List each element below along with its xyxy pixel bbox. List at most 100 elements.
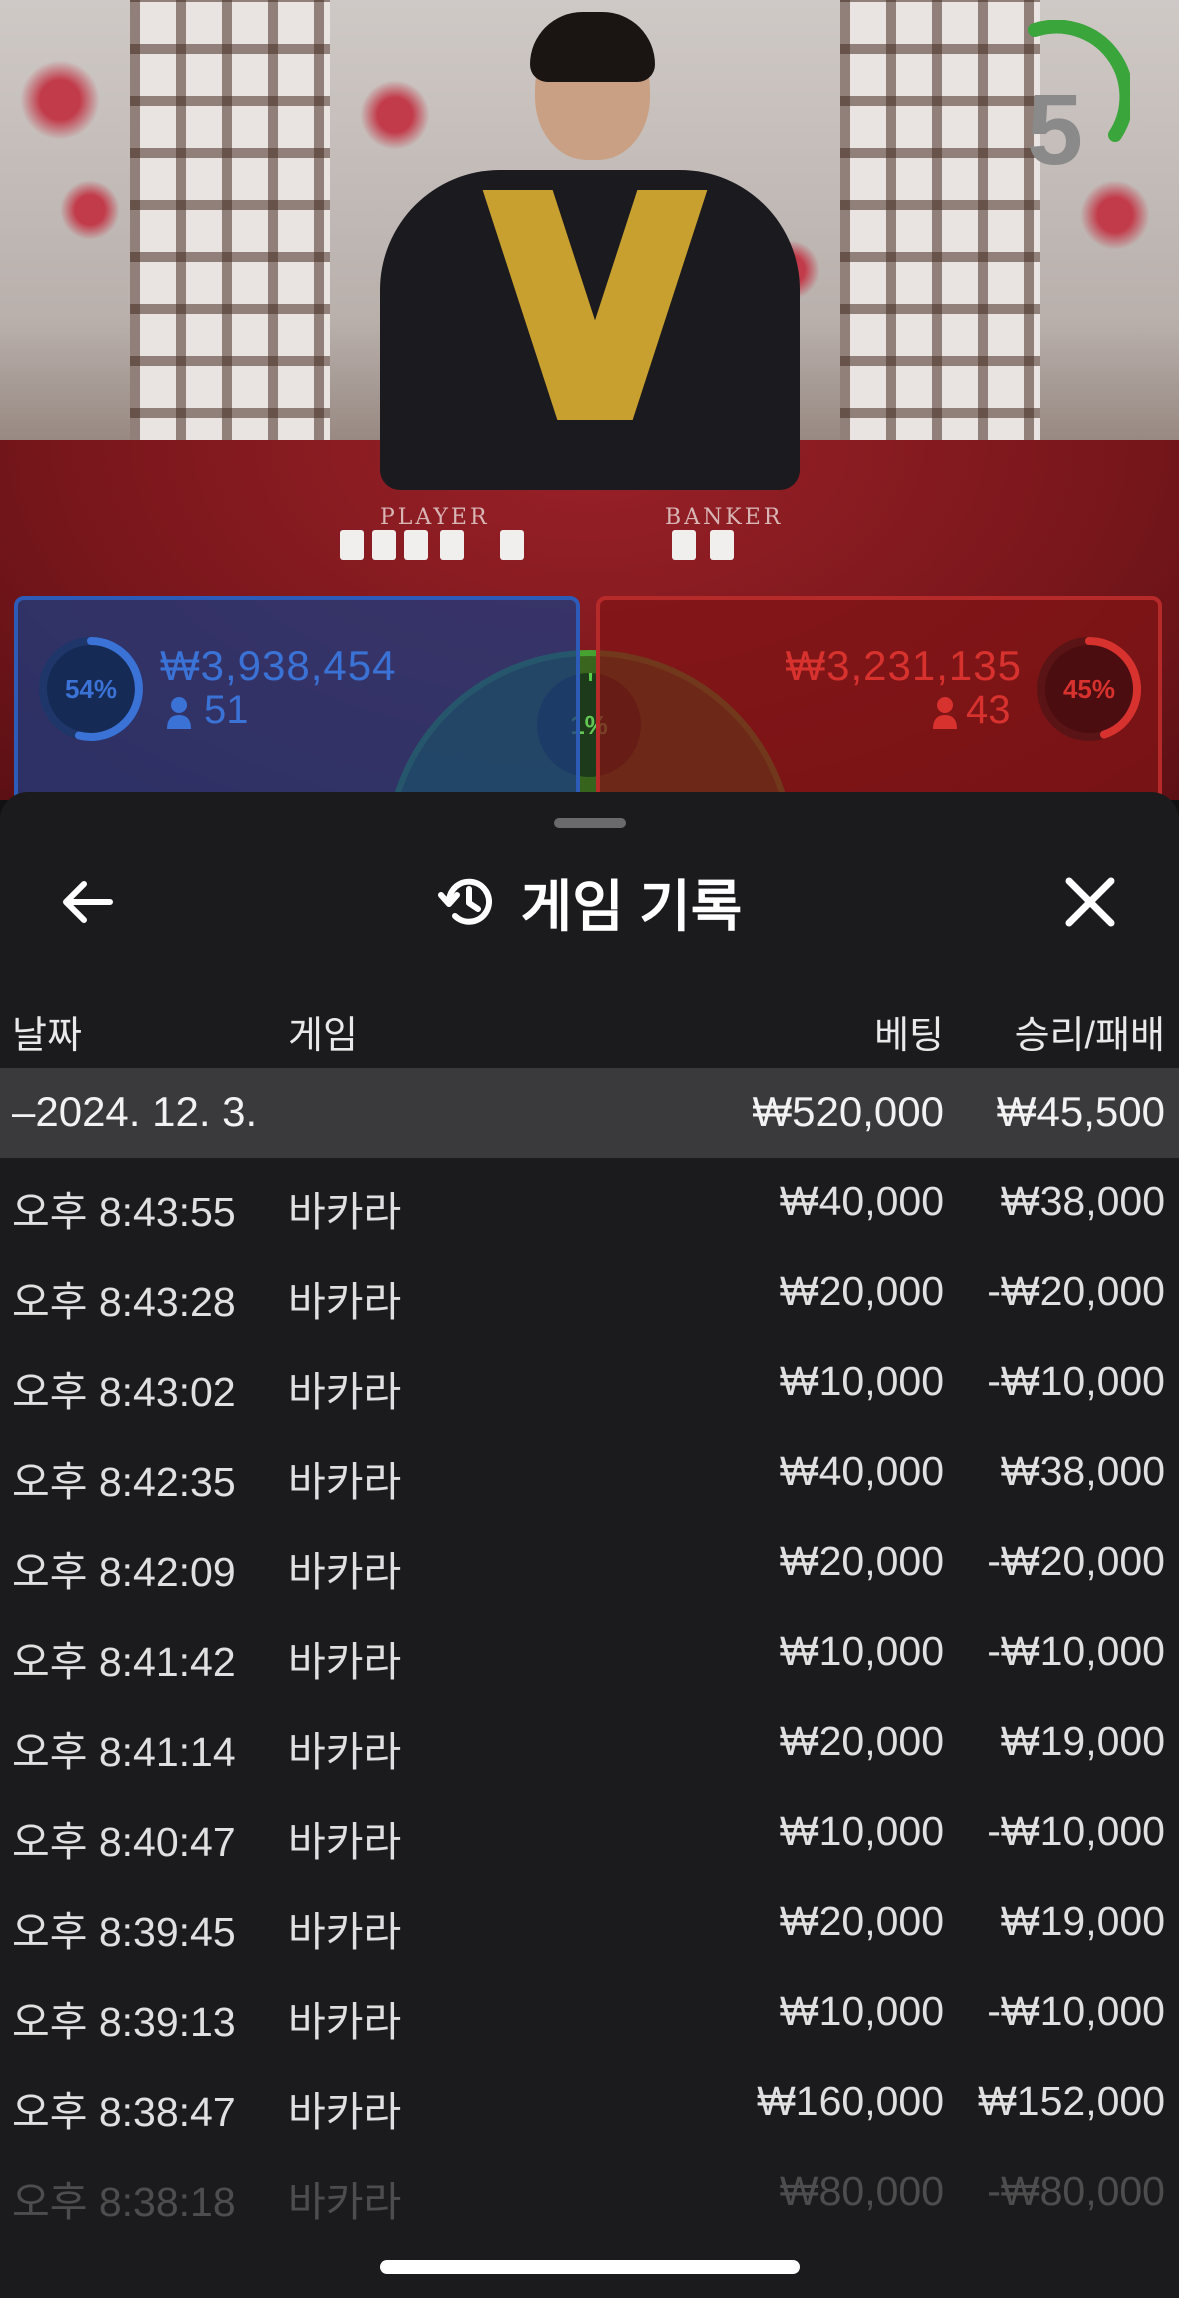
playing-card (440, 530, 464, 560)
row-time: 오후 8:43:02 (12, 1369, 236, 1415)
banker-bettor-count: 43 (966, 688, 1011, 732)
group-result-total: ₩45,500 (996, 1088, 1165, 1135)
row-game: 바카라 (288, 2089, 402, 2135)
close-button[interactable] (1040, 852, 1140, 952)
row-time: 오후 8:43:28 (12, 1279, 236, 1325)
row-result: ₩38,000 (1000, 1178, 1165, 1224)
row-time: 오후 8:39:45 (12, 1909, 236, 1955)
history-row[interactable]: 오후 8:41:42 바카라 ₩10,000 -₩10,000 (0, 1608, 1179, 1698)
column-header-date: 날짜 (12, 1015, 82, 1057)
playing-card (710, 530, 734, 560)
group-date: –2024. 12. 3. (12, 1088, 258, 1135)
playing-card (372, 530, 396, 560)
row-result: -₩10,000 (987, 1808, 1165, 1854)
row-bet: ₩10,000 (779, 1808, 944, 1854)
playing-card (500, 530, 524, 560)
table-header: 날짜 게임 베팅 승리/패배 (0, 982, 1179, 1072)
row-game: 바카라 (288, 1909, 402, 1955)
row-bet: ₩10,000 (779, 1358, 944, 1404)
column-header-game: 게임 (288, 1015, 358, 1057)
row-time: 오후 8:38:47 (12, 2089, 236, 2135)
row-bet: ₩20,000 (779, 1268, 944, 1314)
row-time: 오후 8:39:13 (12, 1999, 236, 2045)
row-bet: ₩40,000 (779, 1178, 944, 1224)
blossom-decoration (1080, 180, 1150, 250)
blossom-decoration (60, 180, 120, 240)
column-header-result: 승리/패배 (1014, 1015, 1165, 1057)
row-result: -₩10,000 (987, 1628, 1165, 1674)
row-time: 오후 8:43:55 (12, 1189, 236, 1235)
row-result: -₩10,000 (987, 1988, 1165, 2034)
sheet-header: 게임 기록 (0, 862, 1179, 942)
row-game: 바카라 (288, 1819, 402, 1865)
history-icon (437, 878, 492, 925)
row-time: 오후 8:40:47 (12, 1819, 236, 1865)
banker-bet-area[interactable]: ₩3,231,135 43 45% (596, 596, 1162, 800)
person-icon (932, 696, 958, 735)
row-bet: ₩20,000 (779, 1898, 944, 1944)
row-game: 바카라 (288, 1459, 402, 1505)
history-row[interactable]: 오후 8:39:45 바카라 ₩20,000 ₩19,000 (0, 1878, 1179, 1968)
row-bet: ₩10,000 (779, 1988, 944, 2034)
row-game: 바카라 (288, 1999, 402, 2045)
row-time: 오후 8:41:42 (12, 1639, 236, 1685)
history-row[interactable]: 오후 8:38:18 바카라 ₩80,000 -₩80,000 (0, 2148, 1179, 2238)
person-icon (166, 696, 192, 735)
player-total-amount: ₩3,938,454 (160, 642, 397, 689)
column-header-bet: 베팅 (874, 1015, 944, 1057)
history-row[interactable]: 오후 8:43:02 바카라 ₩10,000 -₩10,000 (0, 1338, 1179, 1428)
row-game: 바카라 (288, 1369, 402, 1415)
close-icon (1065, 877, 1115, 927)
history-row[interactable]: 오후 8:42:35 바카라 ₩40,000 ₩38,000 (0, 1428, 1179, 1518)
history-row[interactable]: 오후 8:38:47 바카라 ₩160,000 ₩152,000 (0, 2058, 1179, 2148)
row-game: 바카라 (288, 1639, 402, 1685)
countdown-number: 5 (1027, 74, 1083, 186)
row-game: 바카라 (288, 1189, 402, 1235)
player-percent: 54% (64, 674, 118, 704)
row-result: -₩20,000 (987, 1268, 1165, 1314)
row-result: ₩152,000 (978, 2078, 1165, 2124)
row-game: 바카라 (288, 1549, 402, 1595)
player-percent-ring: 54% (36, 634, 146, 744)
row-result: -₩20,000 (987, 1538, 1165, 1584)
history-list: 오후 8:43:55 바카라 ₩40,000 ₩38,000 오후 8:43:2… (0, 1158, 1179, 2238)
row-bet: ₩20,000 (779, 1538, 944, 1584)
row-bet: ₩40,000 (779, 1448, 944, 1494)
banker-percent: 45% (1062, 674, 1116, 704)
playing-card (340, 530, 364, 560)
history-row[interactable]: 오후 8:43:28 바카라 ₩20,000 -₩20,000 (0, 1248, 1179, 1338)
history-row[interactable]: 오후 8:42:09 바카라 ₩20,000 -₩20,000 (0, 1518, 1179, 1608)
row-time: 오후 8:42:35 (12, 1459, 236, 1505)
felt-label-player: PLAYER (380, 505, 490, 530)
blossom-decoration (20, 60, 100, 140)
row-result: ₩19,000 (1000, 1718, 1165, 1764)
row-bet: ₩80,000 (779, 2168, 944, 2214)
player-bettor-count: 51 (204, 688, 249, 732)
row-result: -₩10,000 (987, 1358, 1165, 1404)
row-game: 바카라 (288, 2179, 402, 2225)
history-row[interactable]: 오후 8:41:14 바카라 ₩20,000 ₩19,000 (0, 1698, 1179, 1788)
row-result: ₩19,000 (1000, 1898, 1165, 1944)
player-bet-area[interactable]: 54% ₩3,938,454 51 (14, 596, 580, 800)
dealer (360, 12, 820, 490)
row-bet: ₩160,000 (757, 2078, 944, 2124)
row-time: 오후 8:42:09 (12, 1549, 236, 1595)
row-bet: ₩20,000 (779, 1718, 944, 1764)
countdown-timer: 5 (980, 19, 1134, 186)
row-game: 바카라 (288, 1729, 402, 1775)
page-title: 게임 기록 (520, 874, 743, 938)
row-game: 바카라 (288, 1279, 402, 1325)
history-row[interactable]: 오후 8:40:47 바카라 ₩10,000 -₩10,000 (0, 1788, 1179, 1878)
game-history-sheet: 게임 기록 날짜 게임 베팅 승리/패배 –2024. 12. 3. ₩520,… (0, 792, 1179, 2298)
date-group-row[interactable]: –2024. 12. 3. ₩520,000 ₩45,500 (0, 1068, 1179, 1158)
history-row[interactable]: 오후 8:39:13 바카라 ₩10,000 -₩10,000 (0, 1968, 1179, 2058)
home-indicator[interactable] (380, 2260, 800, 2274)
group-bet-total: ₩520,000 (752, 1088, 944, 1135)
history-row[interactable]: 오후 8:43:55 바카라 ₩40,000 ₩38,000 (0, 1158, 1179, 1248)
banker-total-amount: ₩3,231,135 (785, 642, 1022, 689)
felt-label-banker: BANKER (665, 505, 784, 530)
row-time: 오후 8:41:14 (12, 1729, 236, 1775)
sheet-grab-handle[interactable] (554, 818, 626, 828)
row-result: -₩80,000 (987, 2168, 1165, 2214)
banker-percent-ring: 45% (1034, 634, 1144, 744)
